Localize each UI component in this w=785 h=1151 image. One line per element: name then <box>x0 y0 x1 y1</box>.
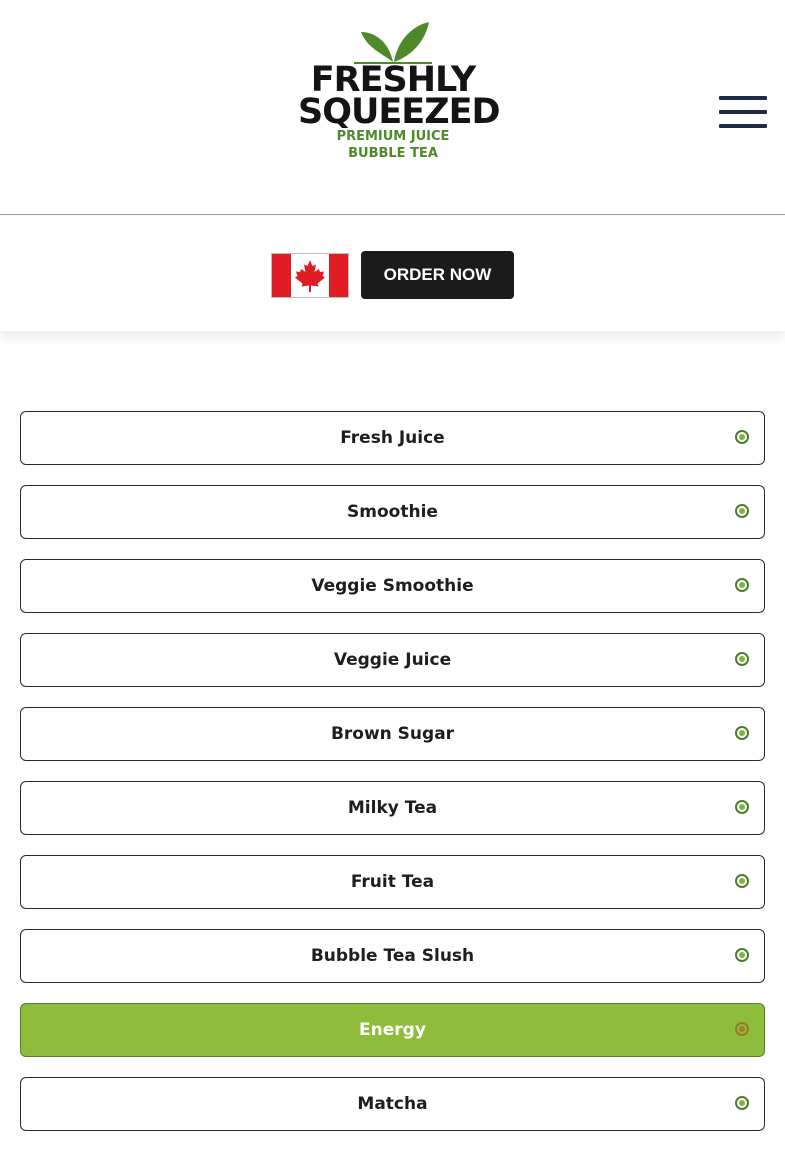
category-item[interactable]: Smoothie <box>20 485 765 539</box>
category-item[interactable]: Brown Sugar <box>20 707 765 761</box>
category-label: Veggie Juice <box>333 650 452 670</box>
brand-name-line2: SQUEEZED <box>298 92 501 132</box>
site-header: FRESHLY SQUEEZED PREMIUM JUICE BUBBLE TE… <box>0 0 785 215</box>
radio-dot-icon <box>735 652 749 666</box>
category-label: Veggie Smoothie <box>311 576 474 596</box>
category-label: Smoothie <box>347 502 438 522</box>
hamburger-menu-icon[interactable] <box>719 94 767 130</box>
brand-tagline-2: BUBBLE TEA <box>348 146 438 161</box>
category-label: Milky Tea <box>347 798 438 818</box>
hamburger-line <box>719 110 767 114</box>
category-item[interactable]: Fresh Juice <box>20 411 765 465</box>
radio-dot-icon <box>735 726 749 740</box>
radio-dot-icon <box>735 430 749 444</box>
category-item[interactable]: Veggie Juice <box>20 633 765 687</box>
category-list: Fresh Juice Smoothie Veggie Smoothie Veggie… <box>20 411 765 1151</box>
maple-leaf-icon <box>272 254 348 297</box>
category-item[interactable]: Milky Tea <box>20 781 765 835</box>
category-label: Brown Sugar <box>330 724 455 744</box>
hamburger-line <box>719 96 767 100</box>
order-now-button[interactable]: ORDER NOW <box>361 251 514 299</box>
radio-dot-icon <box>735 1096 749 1110</box>
category-label: Matcha <box>357 1094 428 1114</box>
category-item[interactable]: Energy <box>20 1003 765 1057</box>
radio-dot-icon <box>735 874 749 888</box>
radio-dot-icon <box>735 578 749 592</box>
hamburger-line <box>719 124 767 128</box>
category-label: Energy <box>359 1020 426 1040</box>
category-label: Bubble Tea Slush <box>310 946 475 966</box>
canada-flag-icon[interactable] <box>271 253 349 298</box>
radio-dot-icon <box>735 1022 749 1036</box>
category-item[interactable]: Bubble Tea Slush <box>20 929 765 983</box>
radio-dot-icon <box>735 800 749 814</box>
radio-dot-icon <box>735 948 749 962</box>
category-item[interactable]: Fruit Tea <box>20 855 765 909</box>
category-label: Fresh Juice <box>340 428 445 448</box>
category-item[interactable]: Veggie Smoothie <box>20 559 765 613</box>
category-label: Fruit Tea <box>350 872 435 892</box>
category-item[interactable]: Matcha <box>20 1077 765 1131</box>
leaf-icon <box>354 22 432 64</box>
brand-logo[interactable]: FRESHLY SQUEEZED PREMIUM JUICE BUBBLE TE… <box>298 18 501 178</box>
radio-dot-icon <box>735 504 749 518</box>
